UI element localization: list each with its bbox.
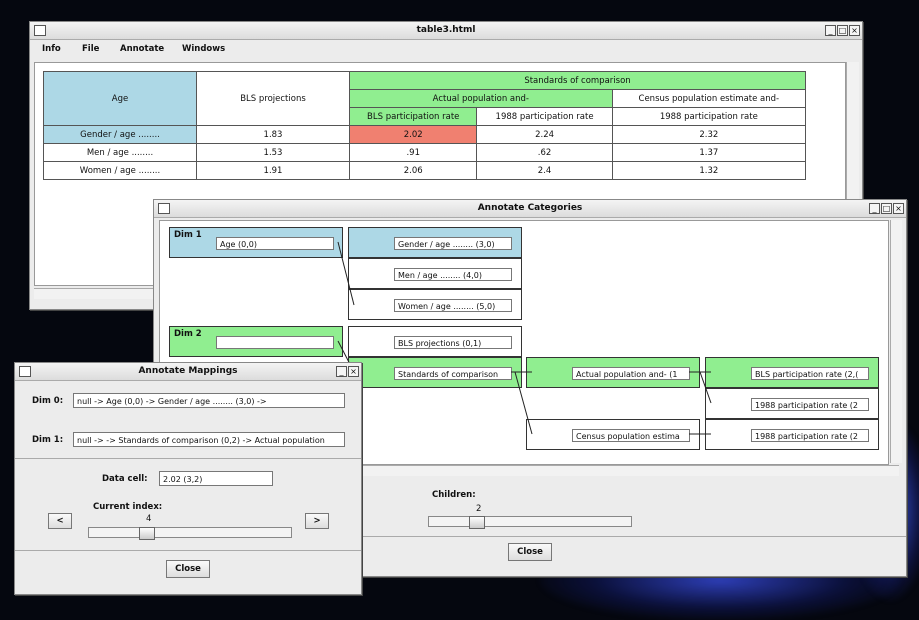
table-cell[interactable]: .91 bbox=[348, 143, 478, 162]
close-icon[interactable]: × bbox=[348, 366, 359, 377]
categories-close-button[interactable]: Close bbox=[508, 543, 552, 561]
table-cell[interactable]: 1.32 bbox=[611, 161, 807, 180]
data-cell-field[interactable]: 2.02 (3,2) bbox=[159, 471, 273, 486]
table-cell[interactable]: 2.06 bbox=[348, 161, 478, 180]
menu-annotate[interactable]: Annotate bbox=[120, 44, 164, 54]
close-icon[interactable]: × bbox=[849, 25, 860, 36]
next-index-button[interactable]: > bbox=[305, 513, 329, 529]
table-cell[interactable]: 2.32 bbox=[611, 125, 807, 144]
maximize-icon[interactable]: □ bbox=[881, 203, 892, 214]
index-slider-thumb[interactable] bbox=[139, 527, 155, 540]
menu-file[interactable]: File bbox=[82, 44, 99, 54]
main-window-title: table3.html bbox=[416, 25, 476, 35]
age-header[interactable]: Age bbox=[43, 71, 197, 126]
census-header[interactable]: Census population estimate and- bbox=[611, 89, 807, 108]
row-label[interactable]: Men / age ........ bbox=[43, 143, 197, 162]
data-cell-label: Data cell: bbox=[102, 474, 148, 484]
sub-header-1988b[interactable]: 1988 participation rate bbox=[611, 107, 807, 126]
current-index-value: 4 bbox=[146, 514, 152, 524]
data-table: Age BLS projections Standards of compari… bbox=[43, 71, 807, 180]
divider bbox=[15, 550, 361, 551]
mappings-title: Annotate Mappings bbox=[138, 366, 238, 376]
table-cell[interactable]: 1.83 bbox=[196, 125, 350, 144]
mappings-titlebar[interactable]: Annotate Mappings _ × bbox=[15, 363, 361, 381]
sub-header-1988a[interactable]: 1988 participation rate bbox=[476, 107, 613, 126]
categories-vscroll[interactable] bbox=[890, 220, 902, 463]
mappings-close-button[interactable]: Close bbox=[166, 560, 210, 578]
bls-header[interactable]: BLS projections bbox=[196, 71, 350, 126]
menu-windows[interactable]: Windows bbox=[182, 44, 225, 54]
dim0-mapping-field[interactable]: null -> Age (0,0) -> Gender / age ......… bbox=[73, 393, 345, 408]
table-cell[interactable]: .62 bbox=[476, 143, 613, 162]
children-label: Children: bbox=[432, 490, 476, 500]
table-cell[interactable]: 1.53 bbox=[196, 143, 350, 162]
table-cell[interactable]: 2.4 bbox=[476, 161, 613, 180]
children-slider[interactable] bbox=[428, 516, 632, 529]
close-icon[interactable]: × bbox=[893, 203, 904, 214]
table-row: Gender / age ........ 1.83 2.02 2.24 2.3… bbox=[43, 125, 807, 144]
table-cell[interactable]: 2.24 bbox=[476, 125, 613, 144]
minimize-icon[interactable]: _ bbox=[869, 203, 880, 214]
row-label[interactable]: Gender / age ........ bbox=[43, 125, 197, 144]
dim1-mapping-field[interactable]: null -> -> Standards of comparison (0,2)… bbox=[73, 432, 345, 447]
children-value: 2 bbox=[476, 504, 482, 514]
menu-info[interactable]: Info bbox=[42, 44, 61, 54]
divider bbox=[15, 458, 361, 459]
main-window-titlebar[interactable]: table3.html _ □ × bbox=[30, 22, 862, 40]
prev-index-button[interactable]: < bbox=[48, 513, 72, 529]
table-cell[interactable]: 1.37 bbox=[611, 143, 807, 162]
standards-header[interactable]: Standards of comparison bbox=[349, 71, 806, 90]
table-cell[interactable]: 1.91 bbox=[196, 161, 350, 180]
table-cell-selected[interactable]: 2.02 bbox=[348, 125, 478, 144]
mappings-window: Annotate Mappings _ × Dim 0: null -> Age… bbox=[14, 362, 362, 595]
current-index-label: Current index: bbox=[93, 502, 163, 512]
minimize-icon[interactable]: _ bbox=[825, 25, 836, 36]
index-slider[interactable] bbox=[88, 527, 292, 540]
table-row: Women / age ........ 1.91 2.06 2.4 1.32 bbox=[43, 161, 807, 180]
dim0-label: Dim 0: bbox=[32, 396, 64, 406]
maximize-icon[interactable]: □ bbox=[837, 25, 848, 36]
menubar: Info File Annotate Windows bbox=[30, 40, 862, 58]
actual-header[interactable]: Actual population and- bbox=[349, 89, 613, 108]
table-row: Men / age ........ 1.53 .91 .62 1.37 bbox=[43, 143, 807, 162]
sub-header-bls[interactable]: BLS participation rate bbox=[348, 107, 478, 126]
minimize-icon[interactable]: _ bbox=[336, 366, 347, 377]
categories-title: Annotate Categories bbox=[477, 203, 583, 213]
children-slider-thumb[interactable] bbox=[469, 516, 485, 529]
row-label[interactable]: Women / age ........ bbox=[43, 161, 197, 180]
dim1-label: Dim 1: bbox=[32, 435, 64, 445]
categories-titlebar[interactable]: Annotate Categories _ □ × bbox=[154, 200, 906, 218]
